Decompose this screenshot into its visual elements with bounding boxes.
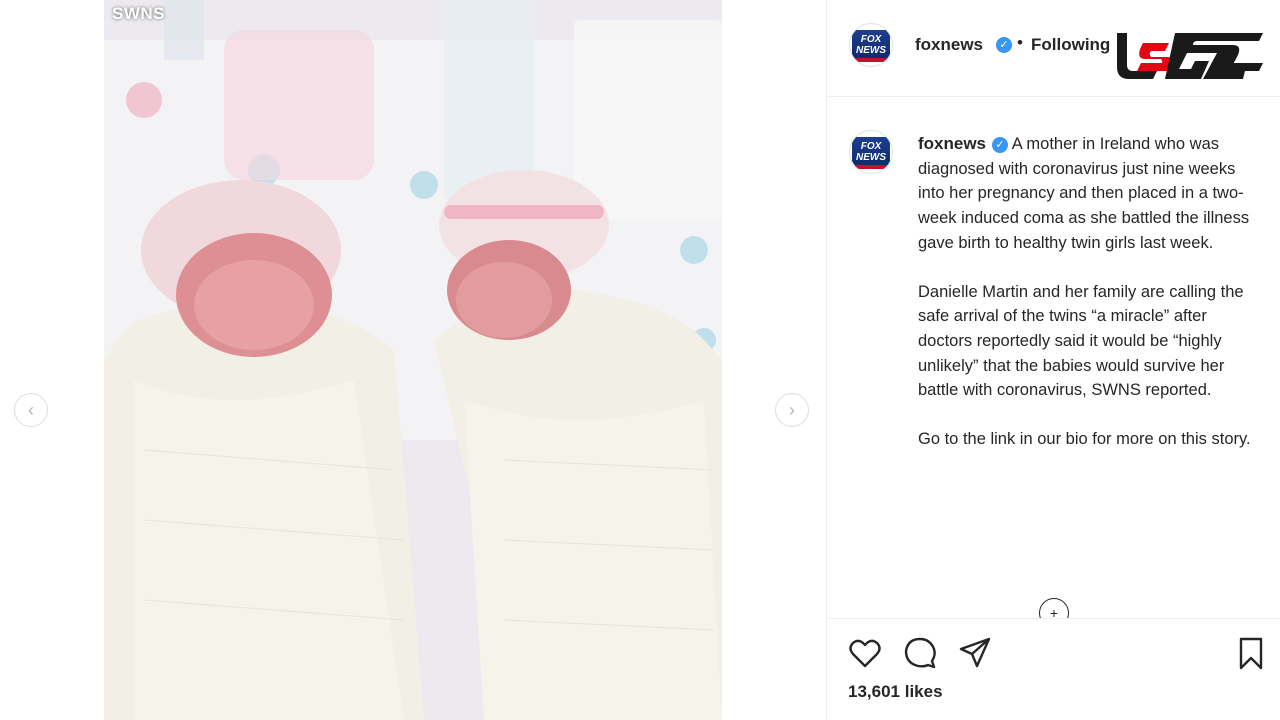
- share-icon[interactable]: [957, 635, 993, 671]
- caption-paragraph-2: Danielle Martin and her family are calli…: [918, 282, 1244, 400]
- caption-paragraph-3: Go to the link in our bio for more on th…: [918, 430, 1251, 449]
- newborn-twins-photo: [104, 0, 722, 720]
- fox-news-logo: FOX NEWS: [852, 30, 890, 62]
- chevron-left-icon: ‹: [28, 399, 34, 420]
- watermark-logo: [1117, 33, 1263, 79]
- caption-avatar[interactable]: FOX NEWS: [849, 130, 893, 174]
- photo-watermark: SWNS: [112, 4, 165, 23]
- header-separator: •: [1017, 33, 1023, 52]
- caption-paragraph: foxnews ✓ A mother in Ireland who was dia…: [918, 132, 1258, 256]
- next-slide-button[interactable]: ›: [775, 393, 809, 427]
- caption-text: foxnews ✓ A mother in Ireland who was dia…: [918, 132, 1258, 476]
- likes-count[interactable]: 13,601 likes: [848, 682, 943, 702]
- post-header: FOX NEWS foxnews ✓ • Following: [827, 0, 1280, 97]
- fox-news-logo: FOX NEWS: [852, 137, 890, 169]
- post-actions-bar: 13,601 likes: [827, 618, 1280, 720]
- previous-slide-button[interactable]: ‹: [14, 393, 48, 427]
- bookmark-icon[interactable]: [1233, 635, 1269, 671]
- post-photo[interactable]: SWNS: [104, 0, 722, 720]
- comment-icon[interactable]: [902, 635, 938, 671]
- chevron-right-icon: ›: [789, 399, 795, 420]
- header-username[interactable]: foxnews: [915, 35, 983, 55]
- following-button[interactable]: Following: [1031, 35, 1110, 55]
- caption-username[interactable]: foxnews: [918, 134, 986, 153]
- verified-badge-icon: ✓: [992, 136, 1009, 153]
- profile-avatar[interactable]: FOX NEWS: [849, 23, 893, 67]
- post-media-area: SWNS ‹ ›: [0, 0, 826, 720]
- verified-badge-icon: ✓: [996, 37, 1012, 53]
- heart-icon[interactable]: [847, 635, 883, 671]
- post-details-panel: FOX NEWS foxnews ✓ • Following FOX NEWS fo…: [826, 0, 1280, 720]
